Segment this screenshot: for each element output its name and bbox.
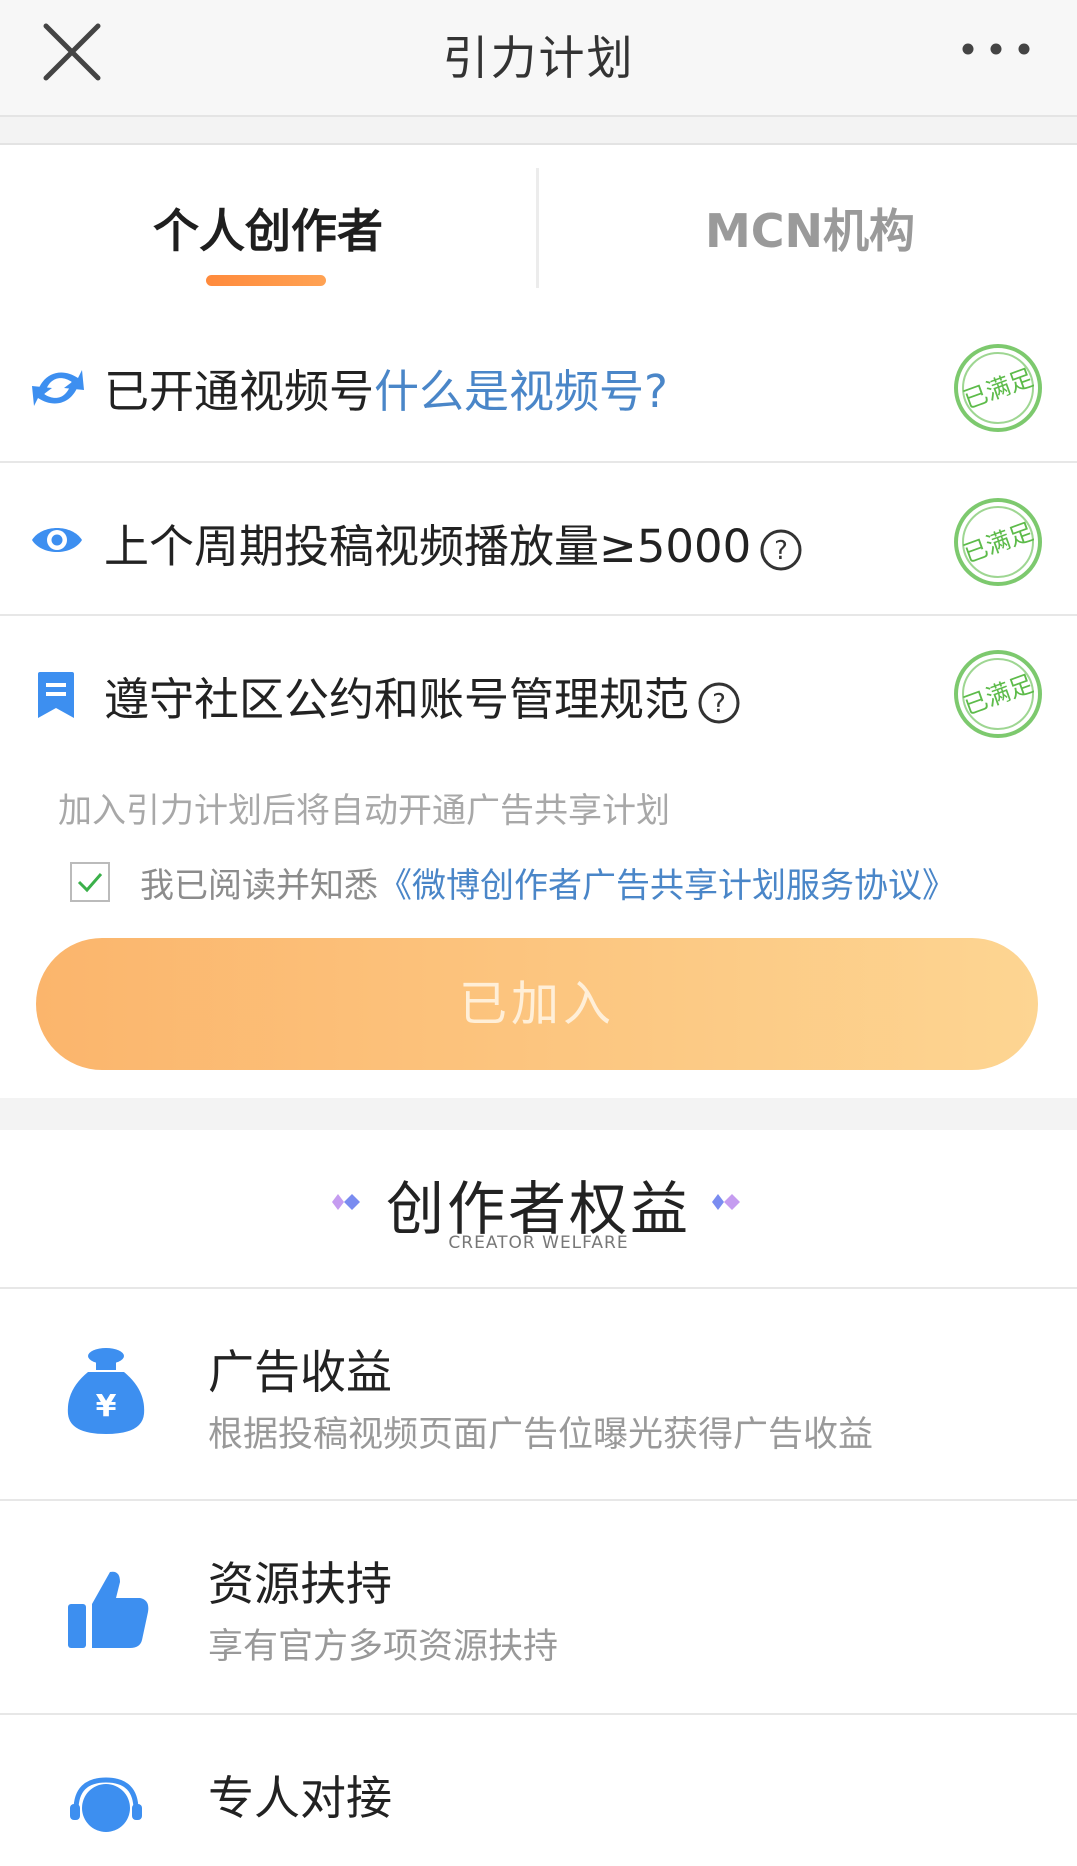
money-bag-icon: ¥ [67,1348,145,1434]
requirement-video-channel: 已开通视频号什么是视频号? [104,355,668,420]
support-agent-icon [70,1777,142,1832]
svg-text:¥: ¥ [96,1389,117,1424]
stamp-label: 已满足 [960,669,1037,720]
active-tab-indicator [206,275,326,286]
thumbs-up-icon [68,1571,149,1648]
row-divider [0,1499,1077,1501]
row-divider [0,614,1077,616]
page-title: 引力计划 [442,31,635,85]
header-gap [0,117,1077,145]
agreement-text: 我已阅读并知悉《微博创作者广告共享计划服务协议》 [140,858,956,907]
requirement-play-count: 上个周期投稿视频播放量≥5000 ? [104,510,803,575]
benefit-title: 资源扶持 [208,1557,392,1611]
stamp-label: 已满足 [960,363,1037,414]
row-divider [0,1287,1077,1289]
joined-button[interactable]: 已加入 [36,938,1038,1070]
row-divider [0,461,1077,463]
requirement-text: 上个周期投稿视频播放量≥5000 [104,520,752,573]
diamond-decoration-icon [712,1194,740,1210]
agreement-checkbox[interactable] [70,862,110,902]
tab-divider [536,168,539,288]
benefit-title: 专人对接 [208,1771,392,1825]
row-divider [0,1713,1077,1715]
tab-mcn-agency[interactable]: MCN机构 [620,195,1000,261]
requirement-text: 遵守社区公约和账号管理规范 [104,673,690,726]
video-channel-icon [32,370,84,406]
more-options-icon[interactable] [960,40,1032,58]
service-agreement-link[interactable]: 《微博创作者广告共享计划服务协议》 [378,866,956,906]
benefits-subtitle: CREATOR WELFARE [448,1233,629,1253]
benefit-title: 广告收益 [208,1345,392,1399]
svg-text:?: ? [712,689,726,719]
benefit-desc: 根据投稿视频页面广告位曝光获得广告收益 [208,1415,874,1455]
agreement-prefix: 我已阅读并知悉 [140,866,378,906]
help-icon[interactable]: ? [759,528,803,572]
auto-enroll-note: 加入引力计划后将自动开通广告共享计划 [58,791,670,831]
checkmark-icon [77,873,103,893]
what-is-video-channel-link[interactable]: 什么是视频号? [374,365,668,418]
satisfied-stamp-icon: 已满足 [954,344,1042,432]
benefit-desc: 享有官方多项资源扶持 [208,1627,559,1667]
eye-icon [32,528,82,552]
satisfied-stamp-icon: 已满足 [954,650,1042,738]
requirement-text: 已开通视频号 [104,365,375,418]
help-icon[interactable]: ? [697,681,741,725]
section-gap [0,1098,1077,1130]
satisfied-stamp-icon: 已满足 [954,498,1042,586]
svg-text:?: ? [774,536,788,566]
stamp-label: 已满足 [960,517,1037,568]
guidelines-bookmark-icon [38,672,74,718]
tab-personal-creator[interactable]: 个人创作者 [88,195,448,261]
requirement-community-rules: 遵守社区公约和账号管理规范 ? [104,663,741,728]
